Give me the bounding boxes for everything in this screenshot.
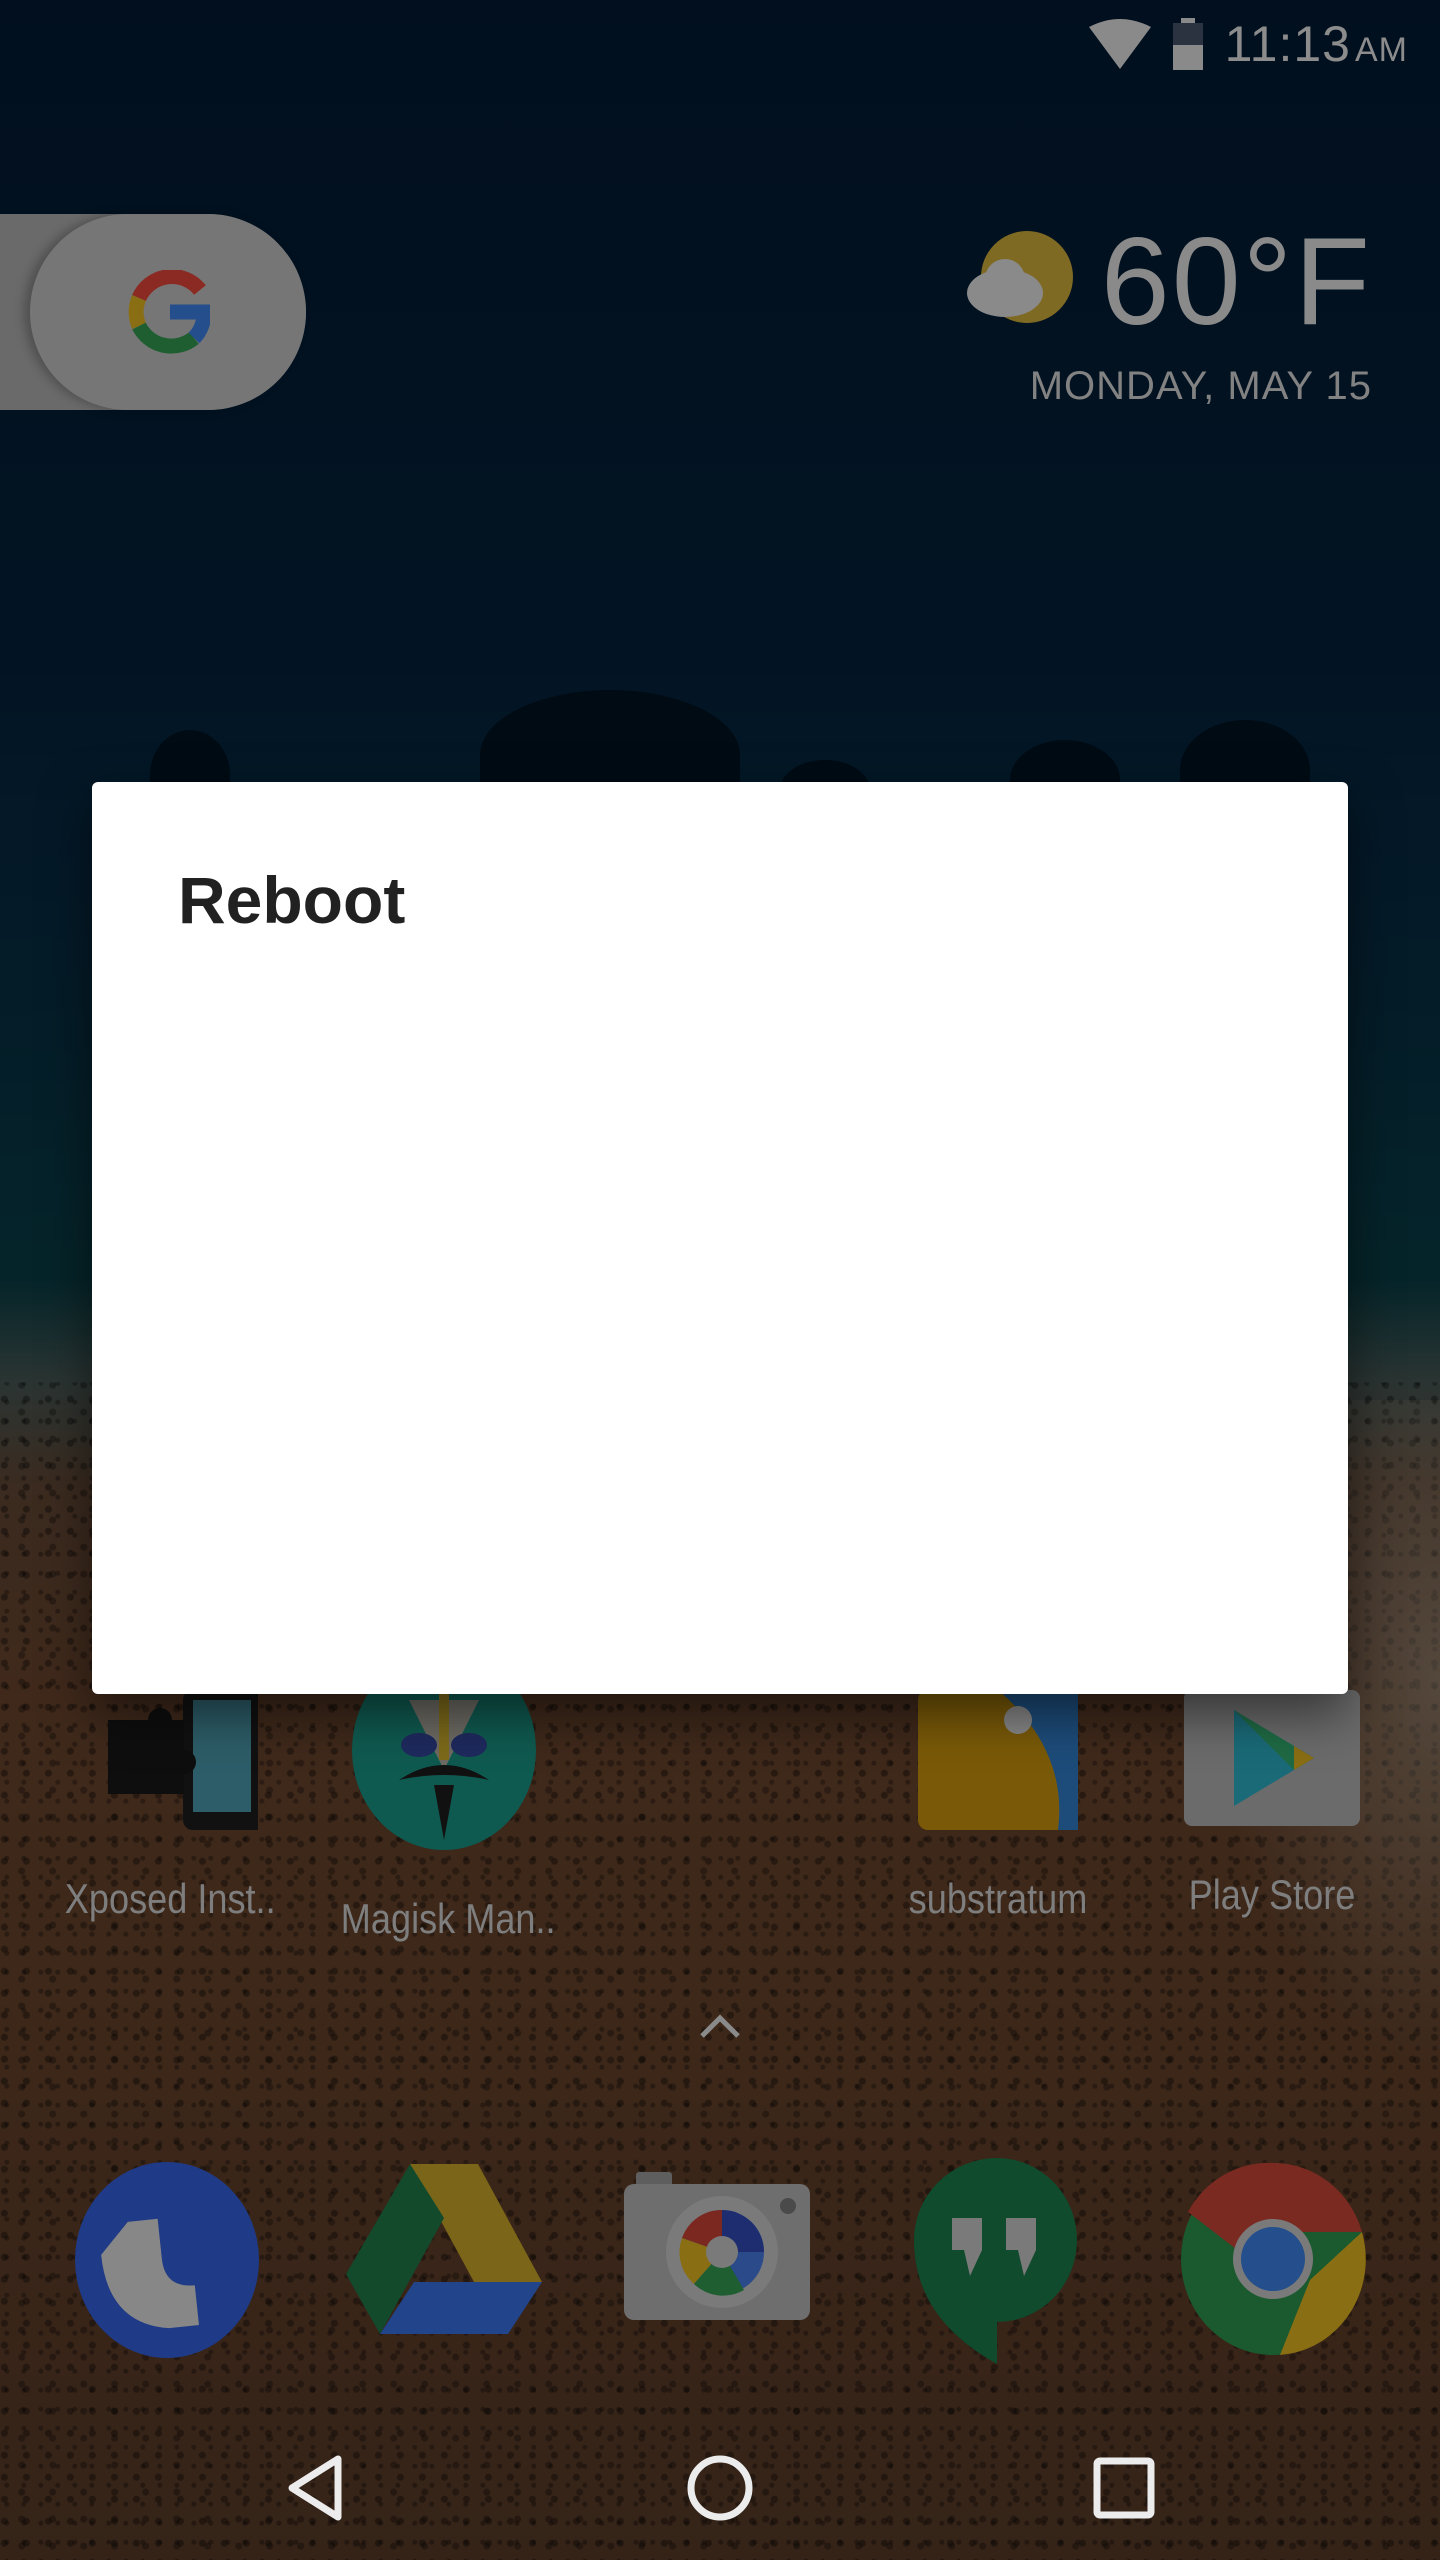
app-label: Xposed Inst.. (64, 1875, 276, 1922)
magisk-manager-icon (352, 1650, 536, 1850)
reboot-dialog: Reboot (92, 782, 1348, 1694)
app-label: substratum (908, 1875, 1088, 1922)
clock-time: 11:13 (1224, 16, 1351, 72)
weather-widget[interactable]: 60°F (965, 220, 1372, 344)
app-label: Magisk Man.. (340, 1895, 556, 1942)
temperature: 60°F (1100, 213, 1372, 351)
app-label: Play Store (1188, 1871, 1356, 1918)
recents-button[interactable] (1084, 2448, 1164, 2528)
dialog-title: Reboot (178, 863, 406, 937)
app-drawer-arrow-icon[interactable] (698, 2010, 742, 2040)
play-store-icon (1184, 1690, 1360, 1826)
drive-icon[interactable] (346, 2164, 542, 2344)
camera-icon[interactable] (624, 2172, 814, 2320)
chrome-icon[interactable] (1180, 2162, 1366, 2356)
app-xposed-installer[interactable]: Xposed Inst.. (48, 1690, 288, 1923)
partly-cloudy-icon (966, 231, 1073, 323)
substratum-icon (918, 1690, 1078, 1830)
app-magisk-manager[interactable]: Magisk Man.. (324, 1650, 564, 1943)
navigation-bar (0, 2430, 1440, 2530)
wifi-icon (1088, 19, 1151, 69)
home-button[interactable] (680, 2448, 760, 2528)
phone-icon[interactable] (74, 2160, 260, 2360)
clock-ampm: AM (1355, 31, 1408, 69)
recents-icon (1093, 2457, 1155, 2519)
back-icon (288, 2455, 342, 2521)
xposed-installer-icon (108, 1690, 273, 1830)
hangouts-icon[interactable] (914, 2158, 1080, 2364)
clock: 11:13 AM (1225, 15, 1408, 73)
google-search-button[interactable] (30, 214, 306, 410)
app-substratum[interactable]: substratum (878, 1690, 1118, 1923)
app-play-store[interactable]: Play Store (1152, 1690, 1392, 1919)
battery-icon (1171, 18, 1205, 70)
google-g-icon (128, 270, 210, 354)
date[interactable]: MONDAY, MAY 15 (1030, 364, 1372, 409)
status-bar: 11:13 AM (1088, 0, 1440, 88)
back-button[interactable] (276, 2448, 356, 2528)
home-icon (687, 2455, 753, 2521)
